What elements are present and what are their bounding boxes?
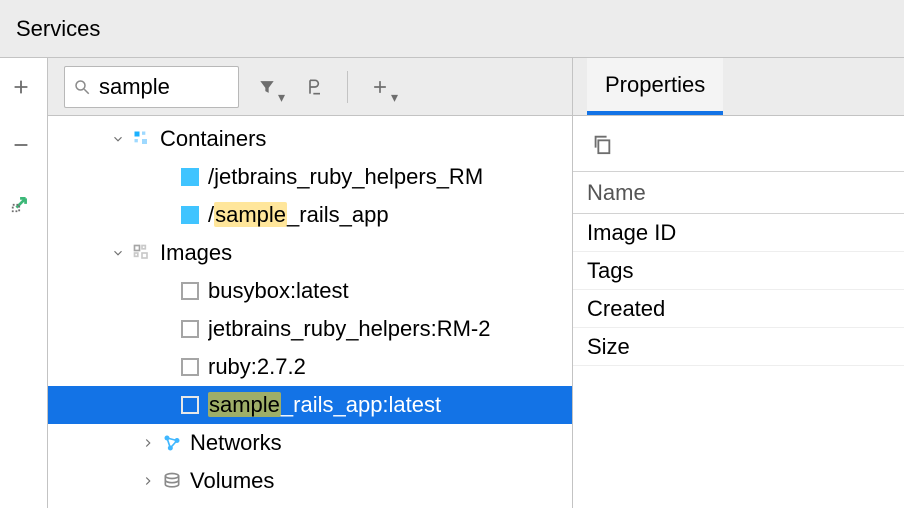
open-new-window-button[interactable] [10,192,38,220]
tree-label: jetbrains_ruby_helpers:RM-2 [208,316,490,342]
left-gutter [0,58,48,508]
containers-group-icon [128,129,156,149]
panel-title: Services [0,0,904,58]
property-key: Tags [587,258,633,284]
properties-name-header: Name [573,172,904,214]
property-row[interactable]: Tags [573,252,904,290]
tree-label: /sample_rails_app [208,202,389,228]
search-box[interactable] [64,66,239,108]
property-row[interactable]: Image ID [573,214,904,252]
properties-toolbar [573,116,904,172]
tab-label: Properties [605,72,705,98]
volumes-icon [158,471,186,491]
filter-button[interactable]: ▾ [247,66,287,108]
tree-item-image[interactable]: sample_rails_app:latest [48,386,572,424]
tree-node-images[interactable]: Images [48,234,572,272]
search-icon [73,78,91,96]
search-input[interactable] [97,73,207,101]
tree-item-container[interactable]: /jetbrains_ruby_helpers_RM [48,158,572,196]
tree-item-image[interactable]: busybox:latest [48,272,572,310]
chevron-down-icon [108,126,128,152]
tree-label: busybox:latest [208,278,349,304]
group-by-button[interactable] [295,66,335,108]
panel-title-text: Services [16,16,100,42]
image-icon [176,358,204,376]
add-config-button[interactable] [10,76,38,104]
chevron-down-icon [108,240,128,266]
column-header-name: Name [587,180,646,206]
property-key: Created [587,296,665,322]
property-key: Image ID [587,220,676,246]
properties-tabbar: Properties [573,58,904,116]
services-toolbar: ▾ ▾ [48,58,572,116]
chevron-right-icon [138,468,158,494]
property-key: Size [587,334,630,360]
property-row[interactable]: Size [573,328,904,366]
image-icon [176,320,204,338]
image-icon [176,396,204,414]
tree-label: ruby:2.7.2 [208,354,306,380]
toolbar-separator [347,71,348,103]
tree-item-image[interactable]: ruby:2.7.2 [48,348,572,386]
copy-button[interactable] [585,123,619,165]
tree-label: Networks [190,430,282,456]
container-running-icon [176,168,204,186]
tree-node-containers[interactable]: Containers [48,120,572,158]
property-row[interactable]: Created [573,290,904,328]
tree-label: sample_rails_app:latest [208,392,441,418]
services-tree[interactable]: Containers /jetbrains_ruby_helpers_RM /s… [48,116,572,508]
tree-node-volumes[interactable]: Volumes [48,462,572,500]
tree-item-image[interactable]: jetbrains_ruby_helpers:RM-2 [48,310,572,348]
tree-item-container[interactable]: /sample_rails_app [48,196,572,234]
tree-label: Images [160,240,232,266]
tree-label: /jetbrains_ruby_helpers_RM [208,164,483,190]
properties-panel: Properties Name Image ID Tags Created Si… [572,58,904,508]
tab-properties[interactable]: Properties [587,58,723,115]
remove-config-button[interactable] [10,134,38,162]
image-icon [176,282,204,300]
tree-label: Containers [160,126,266,152]
add-service-button[interactable]: ▾ [360,66,400,108]
images-group-icon [128,243,156,263]
tree-node-networks[interactable]: Networks [48,424,572,462]
networks-icon [158,433,186,453]
container-running-icon [176,206,204,224]
tree-label: Volumes [190,468,274,494]
chevron-right-icon [138,430,158,456]
